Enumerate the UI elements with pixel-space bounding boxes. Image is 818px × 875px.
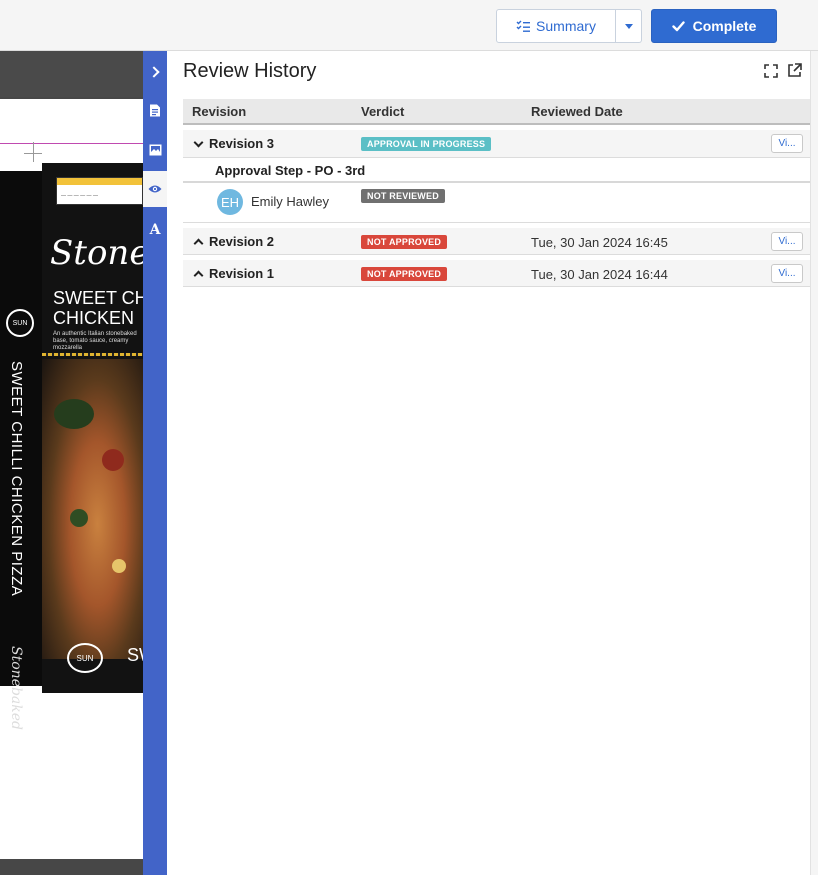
artwork-label-card: — — — — — — (56, 177, 143, 205)
revision-toggle[interactable]: Revision 2 (193, 234, 274, 249)
check-icon (671, 20, 685, 31)
view-revision-button[interactable]: Vi... (771, 264, 803, 283)
column-header-revision: Revision (192, 104, 247, 119)
chevron-up-icon (193, 238, 204, 248)
avatar: EH (217, 189, 243, 215)
revision-label: Revision 1 (209, 266, 275, 281)
column-header-verdict: Verdict (361, 104, 405, 119)
guide-line (0, 143, 143, 144)
verdict-badge: NOT APPROVED (361, 235, 448, 249)
collapse-panel-button[interactable] (143, 53, 167, 89)
pizza-image (42, 359, 143, 659)
reviewed-date: Tue, 30 Jan 2024 16:45 (531, 235, 668, 250)
eye-icon (148, 185, 162, 193)
sun-logo-badge-front: SUN (67, 643, 103, 673)
reviewer-verdict-badge: NOT REVIEWED (361, 189, 445, 203)
approval-step-label: Approval Step - PO - 3rd (215, 163, 366, 178)
gallery-tool-button[interactable] (143, 132, 167, 168)
artwork-product-name: SWEET CHILLI CHICKEN (53, 288, 143, 328)
pizza-topping (70, 509, 88, 527)
table-header: Revision Verdict Reviewed Date (183, 99, 810, 125)
reviewer-name: Emily Hawley (251, 194, 330, 209)
artwork-front-panel: — — — — — — Stonebaked SWEET CHILLI CHIC… (42, 163, 143, 693)
table-row-revision-2[interactable]: Revision 2 NOT APPROVED Tue, 30 Jan 2024… (183, 228, 810, 255)
notes-tool-button[interactable] (143, 92, 167, 128)
artwork-vertical-title: SWEET CHILLI CHICKEN PIZZA (8, 361, 25, 597)
reviewed-date: Tue, 30 Jan 2024 16:44 (531, 267, 668, 282)
view-revision-button[interactable]: Vi... (771, 134, 803, 153)
artwork-product-description: An authentic Italian stonebaked base, to… (53, 331, 137, 351)
label-card-strip (57, 178, 142, 185)
artwork-front-text: SW (127, 645, 143, 665)
tool-rail: A (143, 51, 167, 875)
text-tool-button[interactable]: A (143, 212, 167, 248)
table-row-revision-3[interactable]: Revision 3 APPROVAL IN PROGRESS Vi... (183, 130, 810, 158)
chevron-right-icon (148, 66, 160, 78)
review-history-panel: Review History Revision Verdict Reviewed… (167, 51, 810, 875)
top-toolbar: Summary Complete (0, 0, 818, 51)
panel-scroll-edge (810, 51, 818, 875)
text-tool-icon: A (149, 222, 161, 238)
artwork-page: SUN SWEET CHILLI CHICKEN PIZZA Stonebake… (0, 99, 143, 859)
artwork-vertical-signature: Stonebaked (8, 646, 24, 730)
summary-dropdown-button[interactable] (616, 9, 642, 43)
verdict-badge: APPROVAL IN PROGRESS (361, 137, 492, 151)
label-card-text: — — — — — — (61, 193, 98, 199)
chevron-up-icon (193, 270, 204, 280)
review-history-tool-button[interactable] (143, 171, 167, 207)
revision-toggle[interactable]: Revision 3 (193, 136, 274, 151)
document-icon (150, 104, 160, 116)
artwork-side-panel: SUN SWEET CHILLI CHICKEN PIZZA Stonebake… (0, 171, 42, 730)
document-viewer[interactable]: SUN SWEET CHILLI CHICKEN PIZZA Stonebake… (0, 51, 143, 875)
pizza-topping (112, 559, 126, 573)
sun-logo-badge: SUN (6, 309, 34, 337)
pizza-topping (54, 399, 94, 429)
view-revision-button[interactable]: Vi... (771, 232, 803, 251)
summary-button[interactable]: Summary (496, 9, 616, 43)
artwork-brand-script: Stonebaked (50, 233, 143, 273)
review-history-table: Revision Verdict Reviewed Date Revision … (183, 99, 810, 287)
crosshair-marker (33, 142, 34, 162)
verdict-badge: NOT APPROVED (361, 267, 448, 281)
approval-step-row: Approval Step - PO - 3rd (183, 158, 810, 183)
revision-toggle[interactable]: Revision 1 (193, 266, 274, 281)
revision-label: Revision 3 (209, 136, 275, 151)
chevron-down-icon (193, 137, 204, 147)
panel-title: Review History (183, 60, 317, 82)
image-icon (149, 144, 161, 156)
caret-down-icon (624, 23, 633, 29)
complete-button-label: Complete (692, 18, 757, 34)
crosshair-marker-h (24, 153, 42, 154)
pizza-topping (102, 449, 124, 471)
table-row-revision-1[interactable]: Revision 1 NOT APPROVED Tue, 30 Jan 2024… (183, 260, 810, 287)
column-header-reviewed-date: Reviewed Date (531, 104, 623, 119)
viewer-header-strip (0, 51, 143, 97)
summary-button-label: Summary (536, 18, 596, 34)
revision-label: Revision 2 (209, 234, 275, 249)
checklist-icon (516, 20, 531, 32)
popout-icon[interactable] (787, 63, 802, 78)
reviewer-row: EH Emily Hawley NOT REVIEWED (183, 183, 810, 223)
artwork-yellow-rule (42, 353, 143, 356)
complete-button[interactable]: Complete (651, 9, 777, 43)
fullscreen-icon[interactable] (764, 64, 778, 78)
